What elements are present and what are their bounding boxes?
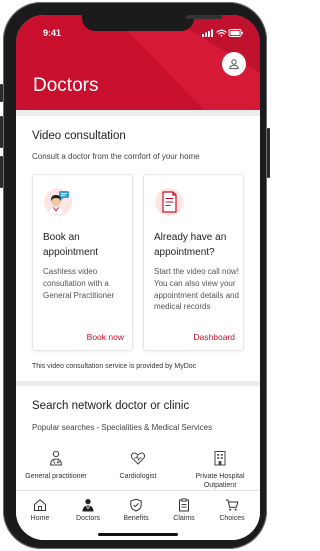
tab-claims[interactable]: Claims	[160, 498, 208, 522]
battery-icon	[228, 29, 243, 37]
video-consultation-title: Video consultation	[32, 130, 126, 142]
claims-icon	[179, 498, 189, 512]
video-consultation-subtitle: Consult a doctor from the comfort of you…	[32, 152, 200, 161]
shield-icon	[130, 498, 142, 512]
document-icon	[155, 188, 183, 216]
book-appointment-description: Cashless video consultation with a Gener…	[43, 267, 115, 300]
heart-icon	[130, 452, 146, 465]
phone-frame: 9:41 Doctors Video consultation Consult …	[0, 2, 270, 549]
category-label: General practitioner	[25, 473, 87, 480]
category-label: Private Hospital Outpatient	[195, 473, 245, 489]
tab-benefits[interactable]: Benefits	[112, 498, 160, 522]
tab-label: Doctors	[75, 515, 101, 522]
profile-button[interactable]	[222, 52, 246, 76]
home-indicator	[98, 533, 178, 536]
book-appointment-heading: Book an appointment	[43, 232, 99, 258]
hospital-icon	[214, 451, 226, 466]
tab-home[interactable]: Home	[16, 498, 64, 522]
speaker	[186, 15, 222, 19]
category-cardiologist[interactable]: Cardiologist	[98, 450, 178, 481]
tab-label: Benefits	[123, 515, 149, 522]
doctor-icon	[82, 499, 94, 512]
power-button	[267, 128, 270, 178]
existing-appointment-heading: Already have an appointment?	[154, 232, 227, 258]
bottom-tab-bar: Home Doctors Benefits Claims Choices	[16, 490, 260, 540]
provider-note: This video consultation service is provi…	[32, 363, 197, 370]
mute-switch	[0, 84, 3, 102]
doctor-avatar-icon	[44, 188, 72, 216]
tab-label: Home	[30, 515, 50, 522]
popular-searches-subtitle: Popular searches - Specialities & Medica…	[32, 423, 213, 432]
app-header: 9:41 Doctors	[16, 15, 260, 110]
wifi-icon	[216, 29, 227, 37]
dashboard-link[interactable]: Dashboard	[193, 332, 235, 342]
stethoscope-person-icon	[49, 450, 63, 466]
status-time: 9:41	[43, 28, 62, 38]
book-now-link[interactable]: Book now	[87, 332, 124, 342]
category-label: Cardiologist	[119, 473, 157, 480]
existing-appointment-description: Start the video call now! You can also v…	[154, 267, 239, 312]
search-network-section: Search network doctor or clinic Popular …	[16, 386, 260, 490]
volume-down-button	[0, 156, 3, 188]
category-general-practitioner[interactable]: General practitioner	[16, 450, 96, 481]
tab-choices[interactable]: Choices	[208, 498, 256, 522]
category-private-hospital-outpatient[interactable]: Private Hospital Outpatient	[180, 450, 260, 490]
scroll-content[interactable]: Video consultation Consult a doctor from…	[16, 110, 260, 490]
page-title: Doctors	[33, 75, 99, 96]
screen: 9:41 Doctors Video consultation Consult …	[16, 15, 260, 540]
status-icons	[202, 29, 243, 37]
book-appointment-card[interactable]: Book an appointment Cashless video consu…	[32, 174, 133, 351]
cart-icon	[225, 499, 239, 511]
tab-doctors[interactable]: Doctors	[64, 498, 112, 522]
user-icon	[229, 59, 239, 70]
home-icon	[34, 499, 46, 511]
volume-up-button	[0, 116, 3, 148]
video-consultation-section: Video consultation Consult a doctor from…	[16, 116, 260, 381]
search-network-title: Search network doctor or clinic	[32, 400, 190, 412]
tab-label: Choices	[219, 515, 245, 522]
notch	[82, 15, 222, 31]
tab-label: Claims	[173, 515, 195, 522]
existing-appointment-card[interactable]: Already have an appointment? Start the v…	[143, 174, 244, 351]
signal-icon	[202, 29, 213, 37]
